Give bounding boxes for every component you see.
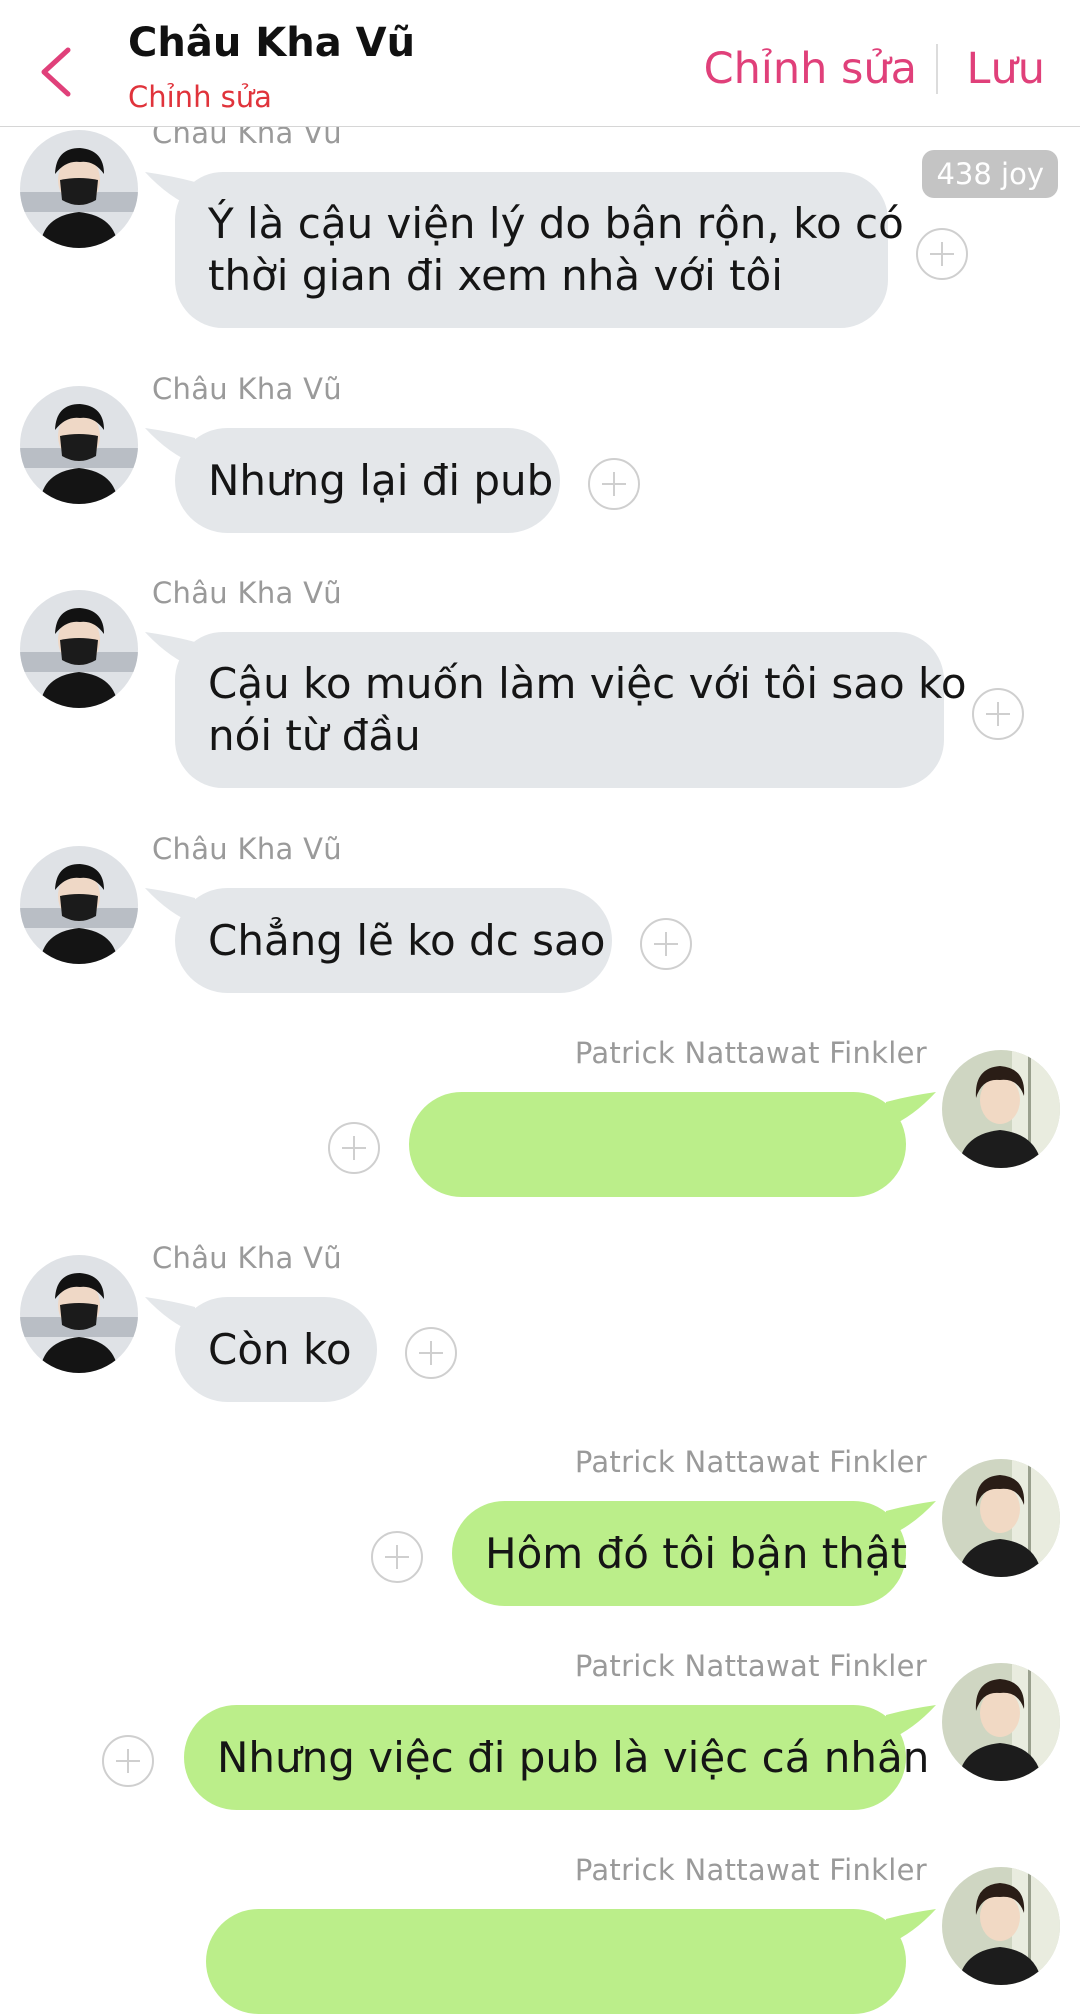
plus-icon	[342, 1136, 366, 1160]
add-reaction-button[interactable]	[405, 1327, 457, 1379]
sender-avatar[interactable]	[20, 1255, 138, 1373]
message-text: Còn ko	[208, 1324, 352, 1374]
avatar-young-man-icon	[942, 1867, 1060, 1985]
message-text: Chẳng lẽ ko dc sao	[208, 915, 606, 965]
plus-icon	[602, 472, 626, 496]
edit-button[interactable]: Chỉnh sửa	[704, 44, 917, 94]
sender-avatar[interactable]	[942, 1459, 1060, 1577]
add-reaction-button[interactable]	[588, 458, 640, 510]
chat-subtitle: Chỉnh sửa	[128, 80, 272, 114]
sender-avatar[interactable]	[942, 1663, 1060, 1781]
chat-title: Châu Kha Vũ	[128, 20, 416, 66]
chat-header: Châu Kha Vũ Chỉnh sửa Chỉnh sửa Lưu	[0, 0, 1080, 127]
avatar-masked-man-icon	[20, 130, 138, 248]
bubble-tail	[145, 172, 195, 208]
avatar-masked-man-icon	[20, 846, 138, 964]
save-button[interactable]: Lưu	[967, 44, 1045, 94]
sender-name: Châu Kha Vũ	[152, 832, 342, 866]
message-text: Ý là cậu viện lý do bận rộn, ko có thời …	[208, 198, 904, 302]
chevron-left-icon	[41, 47, 71, 97]
plus-icon	[654, 932, 678, 956]
sender-avatar[interactable]	[942, 1867, 1060, 1985]
sender-avatar[interactable]	[20, 846, 138, 964]
bubble-tail	[886, 1909, 936, 1945]
bubble-tail	[145, 1297, 195, 1333]
sender-avatar[interactable]	[20, 130, 138, 248]
message-text: Nhưng lại đi pub	[208, 455, 554, 505]
message-bubble[interactable]: Cậu ko muốn làm việc với tôi sao ko nói …	[145, 632, 967, 788]
plus-icon	[385, 1545, 409, 1569]
add-reaction-button[interactable]	[371, 1531, 423, 1583]
avatar-masked-man-icon	[20, 590, 138, 708]
message-bubble[interactable]: Ý là cậu viện lý do bận rộn, ko có thời …	[145, 172, 904, 328]
sender-avatar[interactable]	[942, 1050, 1060, 1168]
message-line: nói từ đầu	[208, 711, 421, 760]
plus-icon	[930, 242, 954, 266]
message-bubble[interactable]: Nhưng việc đi pub là việc cá nhân	[184, 1705, 936, 1810]
plus-icon	[986, 702, 1010, 726]
avatar-masked-man-icon	[20, 1255, 138, 1373]
bubble-tail	[886, 1092, 936, 1128]
message-bubble[interactable]: Còn ko	[145, 1297, 377, 1402]
message-line: Ý là cậu viện lý do bận rộn, ko có	[208, 199, 904, 248]
message-line: thời gian đi xem nhà với tôi	[208, 251, 783, 300]
message-bubble[interactable]: Chẳng lẽ ko dc sao	[145, 888, 612, 993]
sender-name: Patrick Nattawat Finkler	[574, 1036, 927, 1070]
sender-name: Châu Kha Vũ	[152, 576, 342, 610]
plus-icon	[419, 1341, 443, 1365]
add-reaction-button[interactable]	[640, 918, 692, 970]
message-bubble[interactable]	[206, 1909, 936, 2014]
message-bubble[interactable]: Nhưng lại đi pub	[145, 428, 560, 533]
sender-name: Châu Kha Vũ	[152, 372, 342, 406]
avatar-young-man-icon	[942, 1663, 1060, 1781]
avatar-masked-man-icon	[20, 386, 138, 504]
add-reaction-button[interactable]	[916, 228, 968, 280]
sender-name: Patrick Nattawat Finkler	[574, 1853, 927, 1887]
bubble-tail	[145, 888, 195, 924]
sender-name: Patrick Nattawat Finkler	[574, 1445, 927, 1479]
sender-avatar[interactable]	[20, 386, 138, 504]
bubble-tail	[145, 632, 195, 668]
sender-avatar[interactable]	[20, 590, 138, 708]
sender-name: Châu Kha Vũ	[152, 1241, 342, 1275]
add-reaction-button[interactable]	[328, 1122, 380, 1174]
add-reaction-button[interactable]	[972, 688, 1024, 740]
message-bubble[interactable]	[409, 1092, 936, 1197]
message-bubble[interactable]: Hôm đó tôi bận thật	[452, 1501, 936, 1606]
message-text: Cậu ko muốn làm việc với tôi sao ko nói …	[208, 658, 967, 762]
message-text: Nhưng việc đi pub là việc cá nhân	[217, 1732, 930, 1782]
joy-count-badge: 438 joy	[922, 150, 1058, 198]
avatar-young-man-icon	[942, 1050, 1060, 1168]
message-text: Hôm đó tôi bận thật	[485, 1528, 908, 1578]
header-divider	[936, 44, 938, 94]
avatar-young-man-icon	[942, 1459, 1060, 1577]
message-line: Cậu ko muốn làm việc với tôi sao ko	[208, 659, 967, 708]
add-reaction-button[interactable]	[102, 1735, 154, 1787]
back-button[interactable]	[34, 44, 78, 100]
bubble-tail	[145, 428, 195, 464]
sender-name: Patrick Nattawat Finkler	[574, 1649, 927, 1683]
plus-icon	[116, 1749, 140, 1773]
